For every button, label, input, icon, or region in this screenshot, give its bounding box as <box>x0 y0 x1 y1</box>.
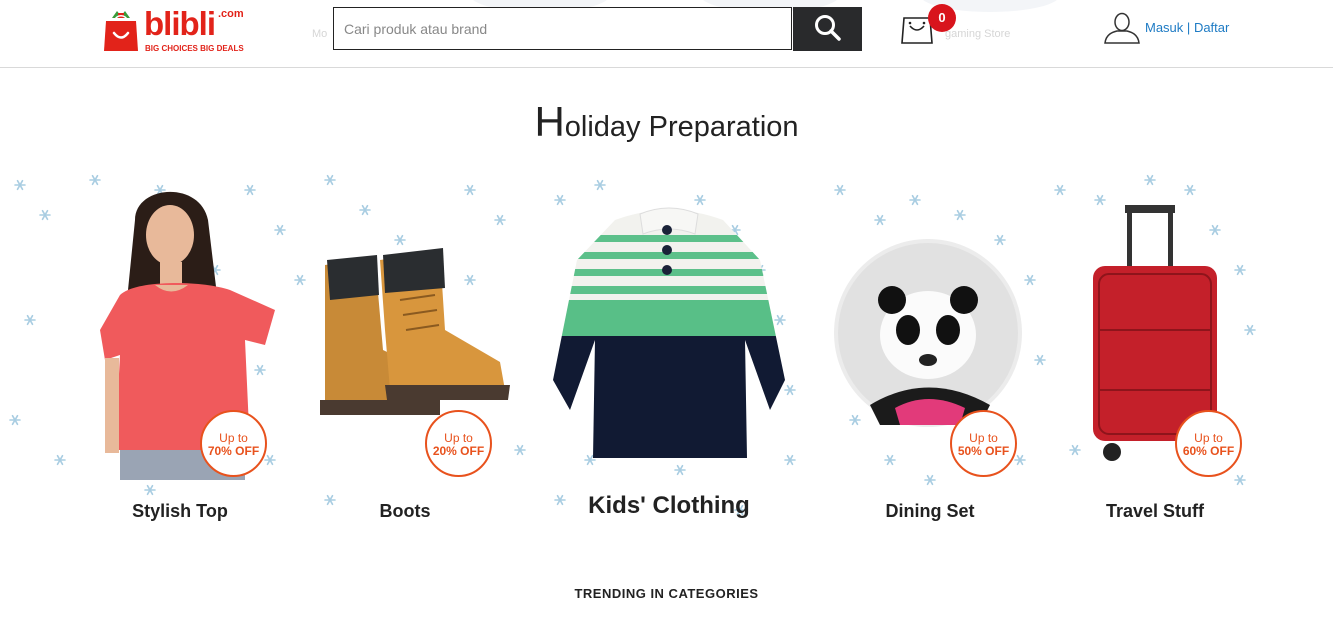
user-icon[interactable] <box>1103 12 1141 44</box>
promo-card-stylish-top[interactable]: Up to 70% OFF Stylish Top <box>80 180 290 521</box>
section-title: Holiday Preparation <box>534 98 799 145</box>
snowflake-icon <box>514 444 526 456</box>
discount-badge: Up to 70% OFF <box>200 410 267 477</box>
site-header: Mo gaming Store blibli .com BIG CHOICES … <box>0 0 1333 68</box>
boots-image <box>320 248 510 415</box>
search-input[interactable] <box>334 8 794 49</box>
cart-count-badge[interactable]: 0 <box>928 4 956 32</box>
card-label: Travel Stuff <box>1105 501 1205 521</box>
card-label: Dining Set <box>885 501 975 521</box>
snowflake-icon <box>24 314 36 326</box>
striped-sweater-image <box>553 207 785 458</box>
auth-links: Masuk | Daftar <box>1145 20 1229 35</box>
promo-card-boots[interactable]: Up to 20% OFF Boots <box>305 180 515 521</box>
promo-card-travel-stuff[interactable]: Up to 60% OFF Travel Stuff <box>1055 180 1265 521</box>
panda-plate-image <box>834 239 1022 427</box>
blibli-logo[interactable]: blibli .com BIG CHOICES BIG DEALS <box>103 4 248 56</box>
snowflake-icon <box>9 414 21 426</box>
search-button[interactable] <box>793 7 862 51</box>
register-link[interactable]: Daftar <box>1194 20 1229 35</box>
discount-badge: Up to 50% OFF <box>950 410 1017 477</box>
login-link[interactable]: Masuk <box>1145 20 1183 35</box>
card-label: Kids' Clothing <box>588 492 750 519</box>
snowflake-icon <box>14 179 26 191</box>
logo-dotcom: .com <box>218 8 244 20</box>
faded-nav-text: Mo <box>312 28 328 40</box>
card-label: Stylish Top <box>132 501 228 521</box>
search-box <box>333 7 794 50</box>
card-label: Boots <box>379 501 431 521</box>
shopping-bag-logo-icon <box>104 11 138 51</box>
promo-card-dining-set[interactable]: Up to 50% OFF Dining Set <box>830 180 1040 521</box>
logo-tagline: BIG CHOICES BIG DEALS <box>145 44 244 53</box>
discount-badge: Up to 60% OFF <box>1175 410 1242 477</box>
snowflake-icon <box>39 209 51 221</box>
trending-categories-heading: TRENDING IN CATEGORIES <box>574 586 759 601</box>
auth-separator: | <box>1186 20 1191 35</box>
snowflake-icon <box>594 179 606 191</box>
search-icon <box>814 14 841 41</box>
discount-badge: Up to 20% OFF <box>425 410 492 477</box>
faded-nav-text: gaming Store <box>945 28 1011 40</box>
logo-wordmark: blibli <box>144 5 216 42</box>
promo-card-kids-clothing[interactable]: Kids' Clothing <box>545 200 793 520</box>
snowflake-icon <box>54 454 66 466</box>
snowflake-icon <box>294 274 306 286</box>
